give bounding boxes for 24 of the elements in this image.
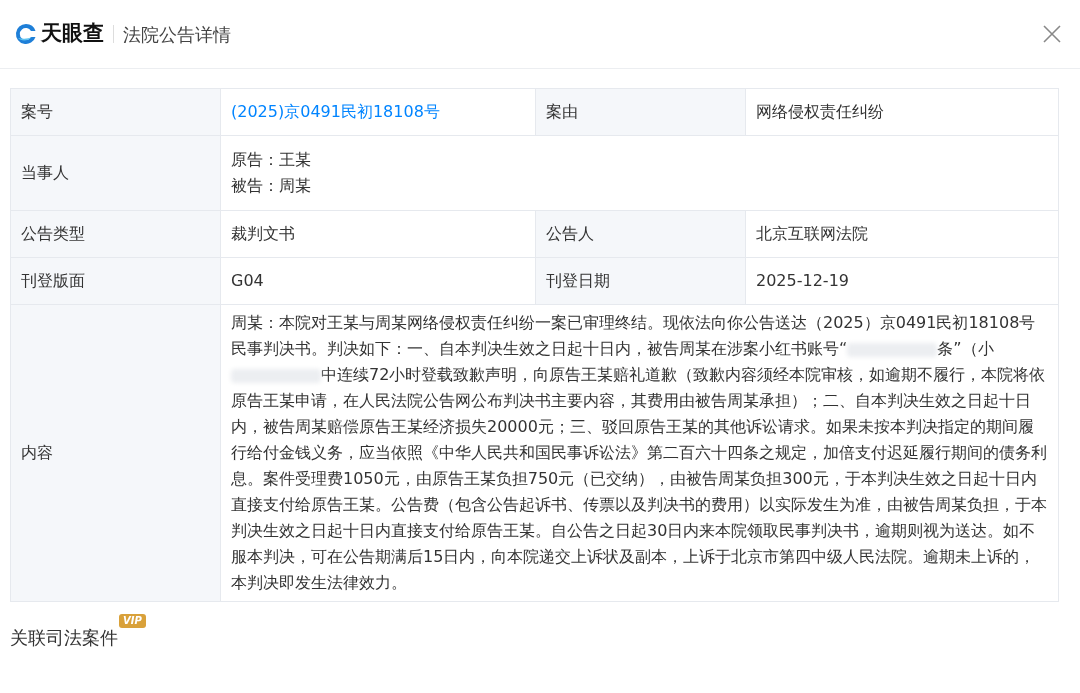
- case-number-link[interactable]: (2025)京0491民初18108号: [231, 100, 440, 124]
- field-value: 裁判文书: [231, 223, 295, 245]
- logo-icon: [14, 22, 38, 46]
- announcement-text: 周某：本院对王某与周某网络侵权责任纠纷一案已审理终结。现依法向你公告送达（2025）京0491民初18108号民事判决书。判决如下：一、自本判决生效之日起十日内，被告周某在涉案小红书账号“ 条”（小 中连续72小时登载致歉声明，向原告王某赔礼道歉（致歉内容须经本院审核，如逾期不履行，本院将依原告王某申请，在人民法院公告网公布判决书主要内容，其费用由被告周某承担）；二、自本判决生效之日起十日内，被告周某赔偿原告王某经济损失20000元；三、驳回原告王某的其他诉讼请求。如果未按本判决指定的期间履行给付金钱义务，应当依照《中华人民共和国民事诉讼法》第二百六十四条之规定，加倍支付迟延履行期间的债务利息。案件受理费1050元，由原告王某负担750元（已交纳），由被告周某负担300元，于本判决生效之日起十日内直接支付给原告王某。公告费（包含公告起诉书、传票以及判决书的费用）以实际发生为准，由被告周某负担，于本判决生效之日起十日内直接支付给原告王某。自公告之日起30日内来本院领取民事判决书，逾期则视为送达。如不服本判决，可在公告期满后15日内，向本院递交上诉状及副本，上诉于北京市第四中级人民法院。逾期未上诉的，本判决即发生法律效力。: [231, 312, 1048, 594]
- field-label: 案由: [546, 101, 578, 123]
- page-title: 法院公告详情: [123, 22, 231, 47]
- field-label: 当事人: [21, 162, 69, 184]
- brand-name: 天眼查: [41, 20, 104, 48]
- field-label: 案号: [21, 101, 53, 123]
- field-value: 网络侵权责任纠纷: [756, 101, 884, 123]
- field-label: 内容: [21, 442, 53, 464]
- field-value: 2025-12-19: [756, 270, 849, 292]
- field-label: 公告类型: [21, 223, 85, 245]
- field-value: 北京互联网法院: [756, 223, 868, 245]
- section-title: 关联司法案件: [10, 627, 118, 648]
- close-icon: [1042, 24, 1062, 44]
- field-label: 刊登日期: [546, 270, 610, 292]
- field-label: 公告人: [546, 223, 594, 245]
- field-label: 刊登版面: [21, 270, 85, 292]
- close-button[interactable]: [1042, 24, 1062, 44]
- party-line: 被告：周某: [231, 175, 311, 197]
- party-line: 原告：王某: [231, 149, 311, 171]
- field-value: G04: [231, 270, 264, 292]
- vip-badge: VIP: [119, 614, 146, 628]
